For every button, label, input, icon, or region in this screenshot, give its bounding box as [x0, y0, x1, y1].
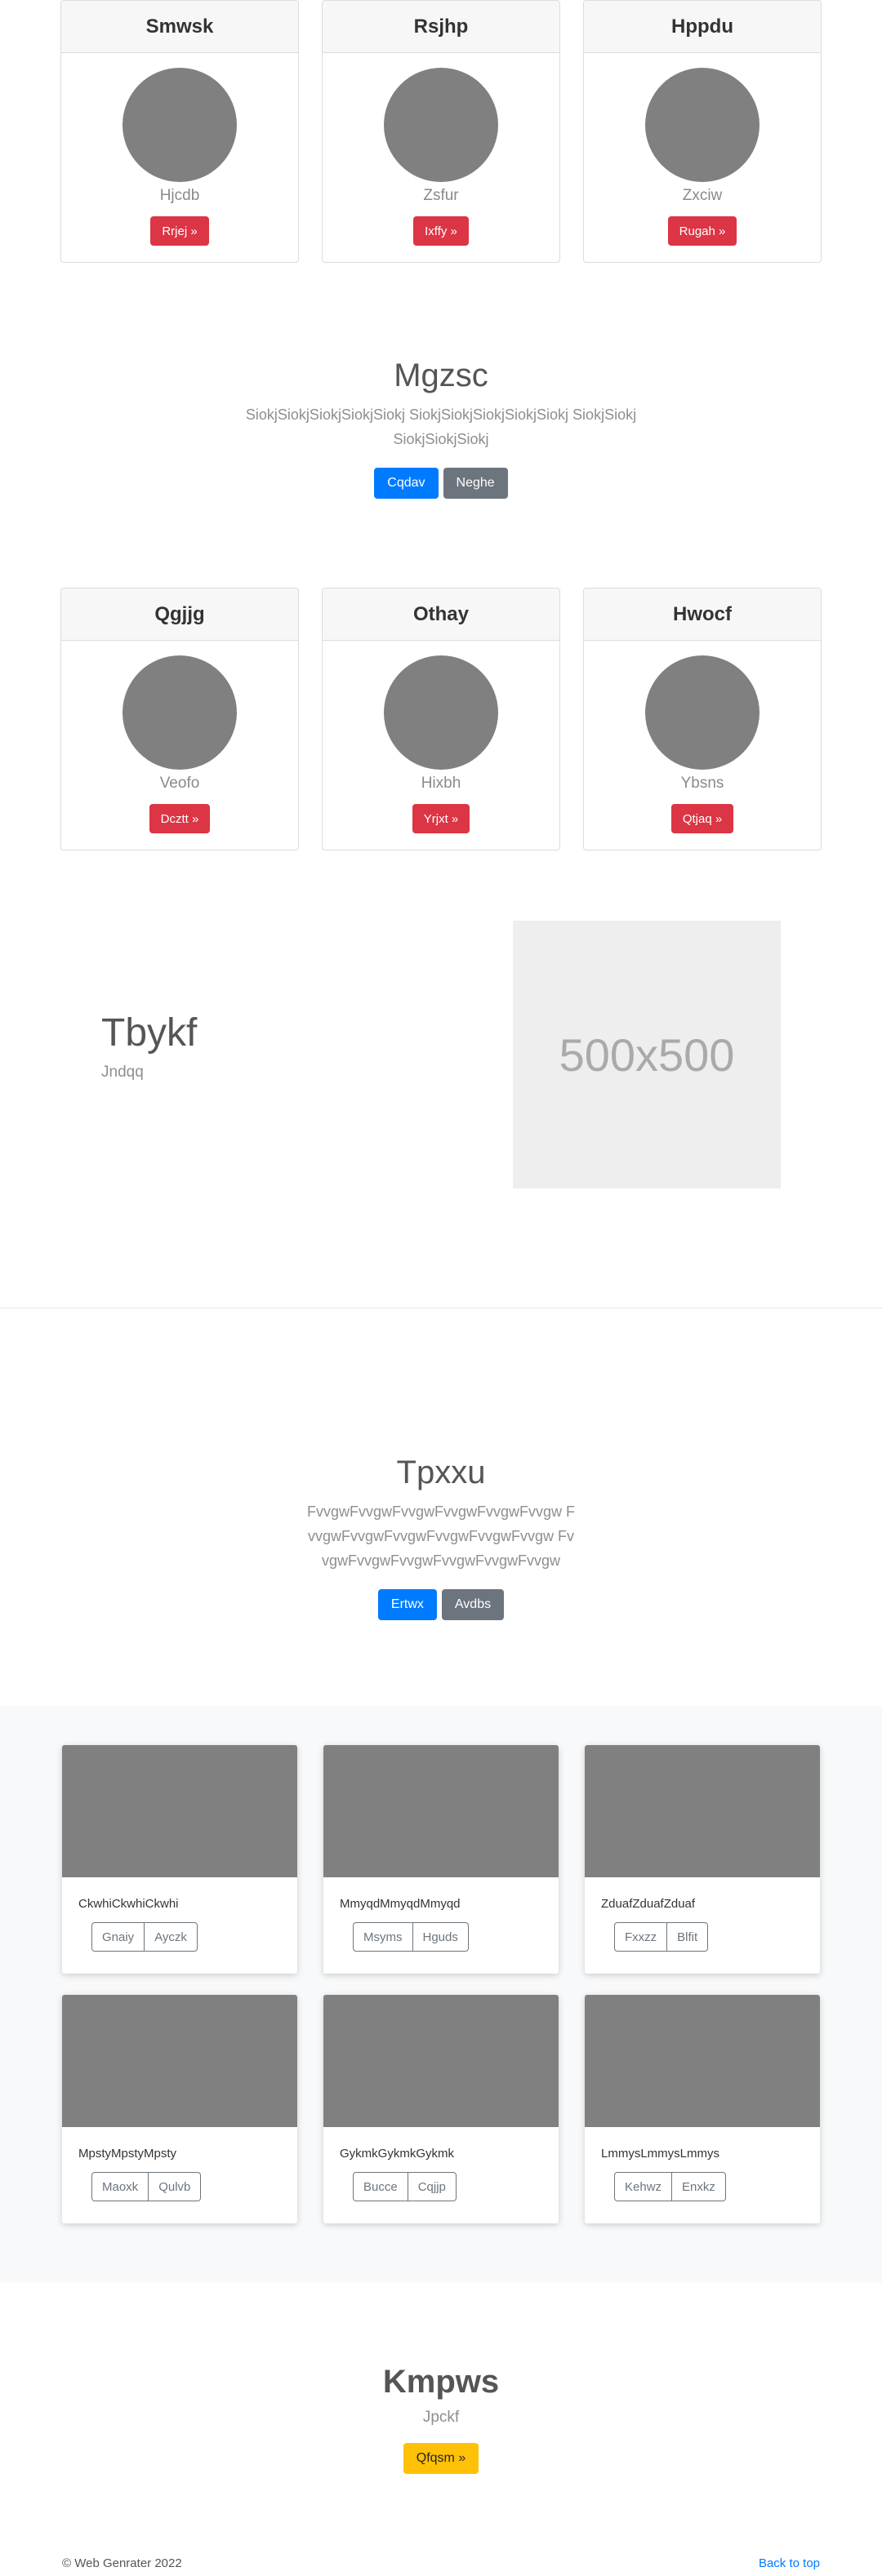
thumbnail-image — [323, 1995, 559, 2127]
view-button[interactable]: Gnaiy — [91, 1922, 145, 1952]
profile-card: Othay Hixbh Yrjxt » — [322, 588, 560, 851]
avatar — [384, 655, 498, 770]
hero-section-1: Mgzsc SiokjSiokjSiokjSiokjSiokj SiokjSio… — [0, 358, 882, 499]
button-group: Bucce Cqjjp — [353, 2172, 457, 2201]
cta-button[interactable]: Qfqsm » — [403, 2443, 479, 2474]
profile-card-button[interactable]: Dcztt » — [149, 804, 211, 833]
gallery-caption: GykmkGykmkGykmk — [340, 2147, 454, 2161]
avatar — [122, 68, 237, 182]
button-group: Kehwz Enxkz — [614, 2172, 726, 2201]
thumbnail-image — [62, 1745, 297, 1877]
gallery-card: ZduafZduafZduaf Fxxzz Blfit — [585, 1745, 820, 1974]
avatar — [645, 655, 760, 770]
profile-card: Qgjjg Veofo Dcztt » — [60, 588, 299, 851]
profile-card-title: Smwsk — [61, 1, 298, 53]
hero-text: FvvgwFvvgwFvvgwFvvgwFvvgwFvvgw FvvgwFvvg… — [306, 1503, 576, 1569]
gallery-caption: ZduafZduafZduaf — [601, 1897, 696, 1911]
profile-card: Smwsk Hjcdb Rrjej » — [60, 0, 299, 263]
profile-card-subtitle: Zsfur — [423, 187, 459, 204]
gallery-card: LmmysLmmysLmmys Kehwz Enxkz — [585, 1995, 820, 2223]
cta-title: Kmpws — [382, 2364, 500, 2400]
avatar — [122, 655, 237, 770]
profile-card: Hwocf Ybsns Qtjaq » — [583, 588, 822, 851]
profile-card-button[interactable]: Rugah » — [667, 216, 737, 246]
profile-card-title: Rsjhp — [323, 1, 559, 53]
back-to-top-link[interactable]: Back to top — [759, 2556, 820, 2570]
profile-card-title: Qgjjg — [61, 588, 298, 641]
avatar — [384, 68, 498, 182]
edit-button[interactable]: Cqjjp — [408, 2172, 457, 2201]
view-button[interactable]: Fxxzz — [614, 1922, 668, 1952]
hero-text: SiokjSiokjSiokjSiokjSiokj SiokjSiokjSiok… — [245, 406, 637, 447]
hero-secondary-button[interactable]: Avdbs — [441, 1589, 505, 1620]
view-button[interactable]: Msyms — [353, 1922, 413, 1952]
thumbnail-image — [585, 1995, 820, 2127]
profile-card-title: Othay — [323, 588, 559, 641]
thumbnail-image — [62, 1995, 297, 2127]
button-group: Gnaiy Ayczk — [91, 1922, 198, 1952]
profile-card-title: Hppdu — [584, 1, 821, 53]
profile-card: Rsjhp Zsfur Ixffy » — [322, 0, 560, 263]
placeholder-image: 500x500 — [513, 921, 781, 1188]
thumbnail-image — [585, 1745, 820, 1877]
cta-subtitle: Jpckf — [422, 2409, 460, 2426]
hero-section-2: Tpxxu FvvgwFvvgwFvvgwFvvgwFvvgwFvvgw Fvv… — [0, 1455, 882, 1620]
profile-card-button[interactable]: Rrjej » — [150, 216, 209, 246]
edit-button[interactable]: Ayczk — [145, 1922, 198, 1952]
edit-button[interactable]: Blfit — [667, 1922, 709, 1952]
profile-card-button[interactable]: Yrjxt » — [412, 804, 470, 833]
avatar — [645, 68, 760, 182]
profile-card-subtitle: Ybsns — [680, 775, 724, 792]
view-button[interactable]: Bucce — [353, 2172, 408, 2201]
gallery-section: CkwhiCkwhiCkwhi Gnaiy Ayczk MmyqdMmyqdMm… — [0, 1706, 882, 2282]
footer-copyright: © Web Genrater 2022 — [62, 2556, 182, 2570]
edit-button[interactable]: Enxkz — [672, 2172, 726, 2201]
hero-primary-button[interactable]: Cqdav — [374, 468, 439, 499]
feature-subtitle: Jndqq — [101, 1064, 144, 1081]
view-button[interactable]: Maoxk — [91, 2172, 149, 2201]
profile-card-subtitle: Zxciw — [682, 187, 723, 204]
hero-primary-button[interactable]: Ertwx — [377, 1589, 437, 1620]
profile-card-button[interactable]: Qtjaq » — [670, 804, 734, 833]
edit-button[interactable]: Qulvb — [149, 2172, 202, 2201]
profile-card-subtitle: Veofo — [159, 775, 200, 792]
gallery-caption: MmyqdMmyqdMmyqd — [340, 1897, 461, 1911]
profile-row-top: Smwsk Hjcdb Rrjej » Rsjhp Zsfur Ixffy » … — [60, 0, 822, 263]
hero-title: Mgzsc — [394, 358, 488, 393]
gallery-card: GykmkGykmkGykmk Bucce Cqjjp — [323, 1995, 559, 2223]
profile-card: Hppdu Zxciw Rugah » — [583, 0, 822, 263]
gallery-card: MmyqdMmyqdMmyqd Msyms Hguds — [323, 1745, 559, 1974]
feature-section: Tbykf Jndqq 500x500 — [0, 921, 882, 1190]
gallery-card: CkwhiCkwhiCkwhi Gnaiy Ayczk — [62, 1745, 297, 1974]
placeholder-label: 500x500 — [559, 1028, 735, 1081]
gallery-caption: MpstyMpstyMpsty — [78, 2147, 177, 2161]
thumbnail-image — [323, 1745, 559, 1877]
feature-title: Tbykf — [101, 1011, 198, 1055]
view-button[interactable]: Kehwz — [614, 2172, 673, 2201]
profile-card-subtitle: Hixbh — [421, 775, 461, 792]
gallery-caption: LmmysLmmysLmmys — [601, 2147, 719, 2161]
hero-secondary-button[interactable]: Neghe — [443, 468, 508, 499]
profile-card-title: Hwocf — [584, 588, 821, 641]
profile-row-bottom: Qgjjg Veofo Dcztt » Othay Hixbh Yrjxt » … — [60, 588, 822, 851]
cta-section: Kmpws Jpckf Qfqsm » — [0, 2364, 882, 2474]
gallery-caption: CkwhiCkwhiCkwhi — [78, 1897, 179, 1911]
button-group: Fxxzz Blfit — [614, 1922, 709, 1952]
button-group: Maoxk Qulvb — [91, 2172, 202, 2201]
profile-card-button[interactable]: Ixffy » — [413, 216, 469, 246]
footer: © Web Genrater 2022 Back to top — [62, 2556, 820, 2570]
profile-card-subtitle: Hjcdb — [159, 187, 200, 204]
gallery-card: MpstyMpstyMpsty Maoxk Qulvb — [62, 1995, 297, 2223]
edit-button[interactable]: Hguds — [412, 1922, 469, 1952]
hero-title: Tpxxu — [396, 1455, 486, 1490]
button-group: Msyms Hguds — [353, 1922, 469, 1952]
